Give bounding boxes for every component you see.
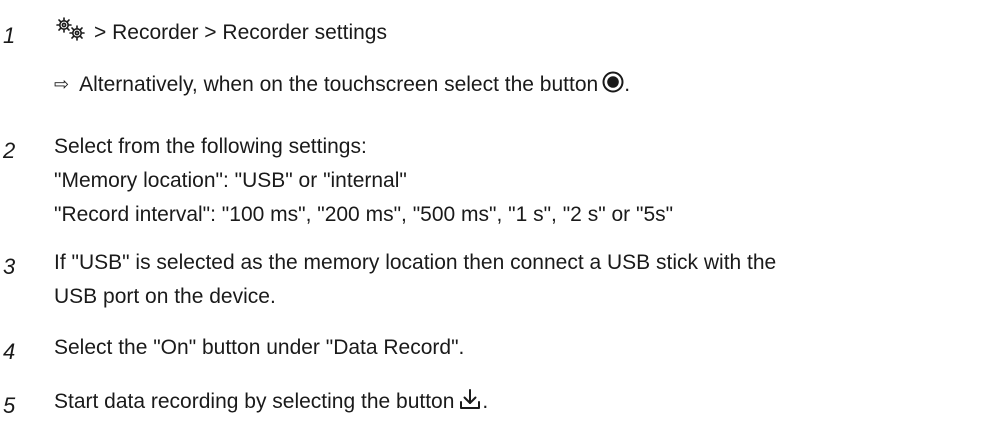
step-number: 3	[3, 254, 16, 279]
result-arrow-icon: ⇨	[54, 74, 70, 94]
result-text: Alternatively, when on the touchscreen s…	[79, 73, 599, 96]
download-icon	[460, 389, 481, 409]
step-number: 2	[3, 138, 16, 163]
step-2-line: "Record interval": "100 ms", "200 ms", "…	[54, 203, 674, 226]
step-3-line: If "USB" is selected as the memory locat…	[54, 251, 777, 274]
step-2-line: "Memory location": "USB" or "internal"	[54, 169, 407, 192]
step-1-result: ⇨ Alternatively, when on the touchscreen …	[54, 67, 977, 102]
step-3-line: USB port on the device.	[54, 285, 276, 308]
step-5-line: Start data recording by selecting the bu…	[54, 385, 977, 419]
step-number: 4	[3, 339, 16, 364]
result-end: .	[624, 73, 631, 96]
step-number: 5	[3, 393, 16, 418]
record-button-icon	[602, 71, 624, 93]
gears-icon	[56, 17, 85, 41]
step-5-text: Start data recording by selecting the bu…	[54, 390, 455, 413]
step-5-end: .	[482, 390, 489, 413]
step-4-line: Select the "On" button under "Data Recor…	[54, 336, 465, 359]
step-2-line: Select from the following settings:	[54, 135, 367, 158]
step-number: 1	[3, 23, 16, 48]
settings-path: > Recorder > Recorder settings	[94, 21, 387, 44]
step-1-path: > Recorder > Recorder settings	[54, 16, 977, 50]
